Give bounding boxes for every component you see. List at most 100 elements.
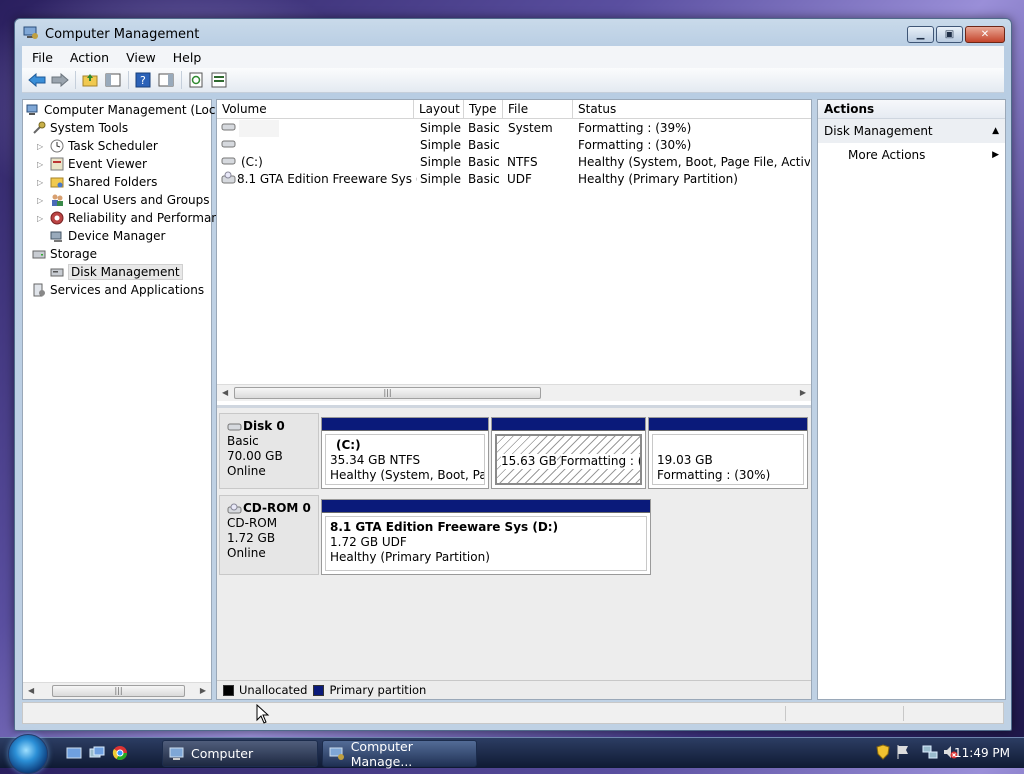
- toolbar-separator: [181, 71, 182, 89]
- expand-icon[interactable]: ▷: [37, 178, 49, 187]
- status-separator: [903, 706, 904, 721]
- mouse-cursor-icon: [256, 704, 270, 724]
- partition-d[interactable]: 8.1 GTA Edition Freeware Sys (D:) 1.72 G…: [321, 499, 651, 575]
- partition-status: Healthy (System, Boot, Page I: [330, 468, 484, 482]
- table-row[interactable]: Simple Basic Formatting : (39%): [217, 120, 811, 137]
- console-tree: Computer Management (Local) System Tools…: [22, 99, 231, 700]
- volume-name: [239, 120, 279, 137]
- taskbar-computer-management-button[interactable]: Computer Manage...: [322, 738, 477, 769]
- submenu-arrow-icon: ▶: [992, 150, 999, 160]
- show-hide-console-tree-button[interactable]: [102, 70, 124, 90]
- menu-action[interactable]: Action: [70, 50, 109, 65]
- disk-management-icon: [49, 264, 65, 280]
- column-header-status[interactable]: Status: [573, 100, 811, 119]
- scroll-left-icon[interactable]: ◀: [28, 686, 34, 695]
- disk-0-label[interactable]: Disk 0 Basic 70.00 GB Online: [219, 413, 319, 489]
- taskbar-button-label: Computer Manage...: [350, 738, 413, 769]
- disk-type: Basic: [227, 434, 259, 448]
- refresh-button[interactable]: [185, 70, 207, 90]
- taskbar-computer-button[interactable]: Computer: [162, 740, 318, 767]
- network-icon[interactable]: [922, 744, 938, 763]
- cdrom-0-label[interactable]: CD-ROM 0 CD-ROM 1.72 GB Online: [219, 495, 319, 575]
- table-row[interactable]: 8.1 GTA Edition Freeware Sys (D:) Simple…: [217, 171, 811, 188]
- table-row[interactable]: Simple Basic Formatting : (30%): [217, 137, 811, 154]
- forward-button[interactable]: [49, 70, 71, 90]
- collapse-icon[interactable]: ▲: [992, 119, 999, 143]
- tree-item-reliability[interactable]: ▷ Reliability and Performanc: [37, 209, 226, 227]
- volume-status: Formatting : (39%): [578, 121, 692, 135]
- properties-button[interactable]: [208, 70, 230, 90]
- volume-layout: Simple: [420, 138, 461, 152]
- tree-item-disk-management[interactable]: Disk Management: [49, 263, 183, 281]
- partition-size: 1.72 GB UDF: [330, 535, 407, 549]
- tree-horizontal-scrollbar[interactable]: ◀ ||| ▶: [23, 682, 211, 699]
- column-header-layout[interactable]: Layout: [414, 100, 464, 119]
- expand-icon[interactable]: ▷: [37, 214, 49, 223]
- actions-section-label: Disk Management: [824, 124, 933, 138]
- partition-c[interactable]: (C:) 35.34 GB NTFS Healthy (System, Boot…: [321, 417, 489, 489]
- chrome-icon[interactable]: [112, 745, 128, 761]
- folder-up-icon: [82, 74, 98, 87]
- switch-windows-icon[interactable]: [89, 745, 105, 761]
- back-button[interactable]: [26, 70, 48, 90]
- tree-item-label: Computer Management (Local): [44, 103, 231, 117]
- disk-state: Online: [227, 546, 266, 560]
- disk-size: 70.00 GB: [227, 449, 283, 463]
- clock[interactable]: 11:49 PM: [954, 746, 1010, 760]
- up-folder-button[interactable]: [79, 70, 101, 90]
- volume-list-header: Volume Layout Type File System Status: [217, 100, 811, 135]
- tree-item-root[interactable]: Computer Management (Local): [25, 101, 231, 119]
- start-button[interactable]: [8, 734, 48, 774]
- column-header-volume[interactable]: Volume: [217, 100, 414, 119]
- partition-size: 35.34 GB NTFS: [330, 453, 421, 467]
- partition-2[interactable]: 15.63 GB Formatting : (39%): [491, 417, 646, 489]
- disk-state: Online: [227, 464, 266, 478]
- console-tree-icon: [105, 73, 121, 87]
- tree-item-local-users[interactable]: ▷ Local Users and Groups: [37, 191, 210, 209]
- scroll-thumb[interactable]: |||: [234, 387, 541, 399]
- cd-drive-icon: [227, 503, 242, 513]
- menu-file[interactable]: File: [32, 50, 53, 65]
- expand-icon[interactable]: ▷: [37, 160, 49, 169]
- tree-item-storage[interactable]: Storage: [31, 245, 97, 263]
- tree-item-event-viewer[interactable]: ▷ Event Viewer: [37, 155, 147, 173]
- table-row[interactable]: (C:) Simple Basic NTFS Healthy (System, …: [217, 154, 811, 171]
- show-desktop-icon[interactable]: [66, 745, 82, 761]
- scroll-left-icon[interactable]: ◀: [222, 388, 228, 397]
- volume-name: 8.1 GTA Edition Freeware Sys (D:): [237, 172, 417, 186]
- partition-bar: [492, 418, 645, 431]
- close-button[interactable]: ✕: [965, 26, 1005, 43]
- tree-item-label: System Tools: [50, 121, 129, 135]
- scroll-right-icon[interactable]: ▶: [800, 388, 806, 397]
- column-header-type[interactable]: Type: [464, 100, 503, 119]
- action-center-flag-icon[interactable]: [896, 744, 910, 763]
- more-actions-item[interactable]: More Actions ▶: [818, 143, 1005, 167]
- partition-3[interactable]: 19.03 GB Formatting : (30%): [648, 417, 808, 489]
- scroll-thumb[interactable]: |||: [52, 685, 185, 697]
- tree-item-services[interactable]: Services and Applications: [31, 281, 204, 299]
- tree-item-shared-folders[interactable]: ▷ Shared Folders: [37, 173, 157, 191]
- status-bar: [22, 702, 1004, 724]
- column-header-file-system[interactable]: File System: [503, 100, 573, 135]
- scroll-right-icon[interactable]: ▶: [200, 686, 206, 695]
- security-shield-icon[interactable]: [876, 744, 890, 763]
- expand-icon[interactable]: ▷: [37, 196, 49, 205]
- volume-layout: Simple: [420, 155, 461, 169]
- users-icon: [49, 192, 65, 208]
- tree-item-system-tools[interactable]: System Tools: [31, 119, 128, 137]
- expand-icon[interactable]: ▷: [37, 142, 49, 151]
- tree-item-task-scheduler[interactable]: ▷ Task Scheduler: [37, 137, 158, 155]
- help-button[interactable]: ?: [132, 70, 154, 90]
- actions-section-disk-management[interactable]: Disk Management ▲: [818, 119, 1005, 143]
- legend-unallocated: Unallocated: [239, 683, 308, 697]
- tree-item-device-manager[interactable]: Device Manager: [49, 227, 165, 245]
- menu-help[interactable]: Help: [173, 50, 202, 65]
- title-bar[interactable]: Computer Management ▁ ▣ ✕: [15, 19, 1011, 47]
- properties-icon: [211, 72, 227, 88]
- maximize-button[interactable]: ▣: [936, 26, 963, 43]
- volume-list-horizontal-scrollbar[interactable]: ◀ ||| ▶: [217, 384, 811, 401]
- show-hide-action-pane-button[interactable]: [155, 70, 177, 90]
- tree-item-label: Event Viewer: [68, 157, 147, 171]
- minimize-button[interactable]: ▁: [907, 26, 934, 43]
- menu-view[interactable]: View: [126, 50, 156, 65]
